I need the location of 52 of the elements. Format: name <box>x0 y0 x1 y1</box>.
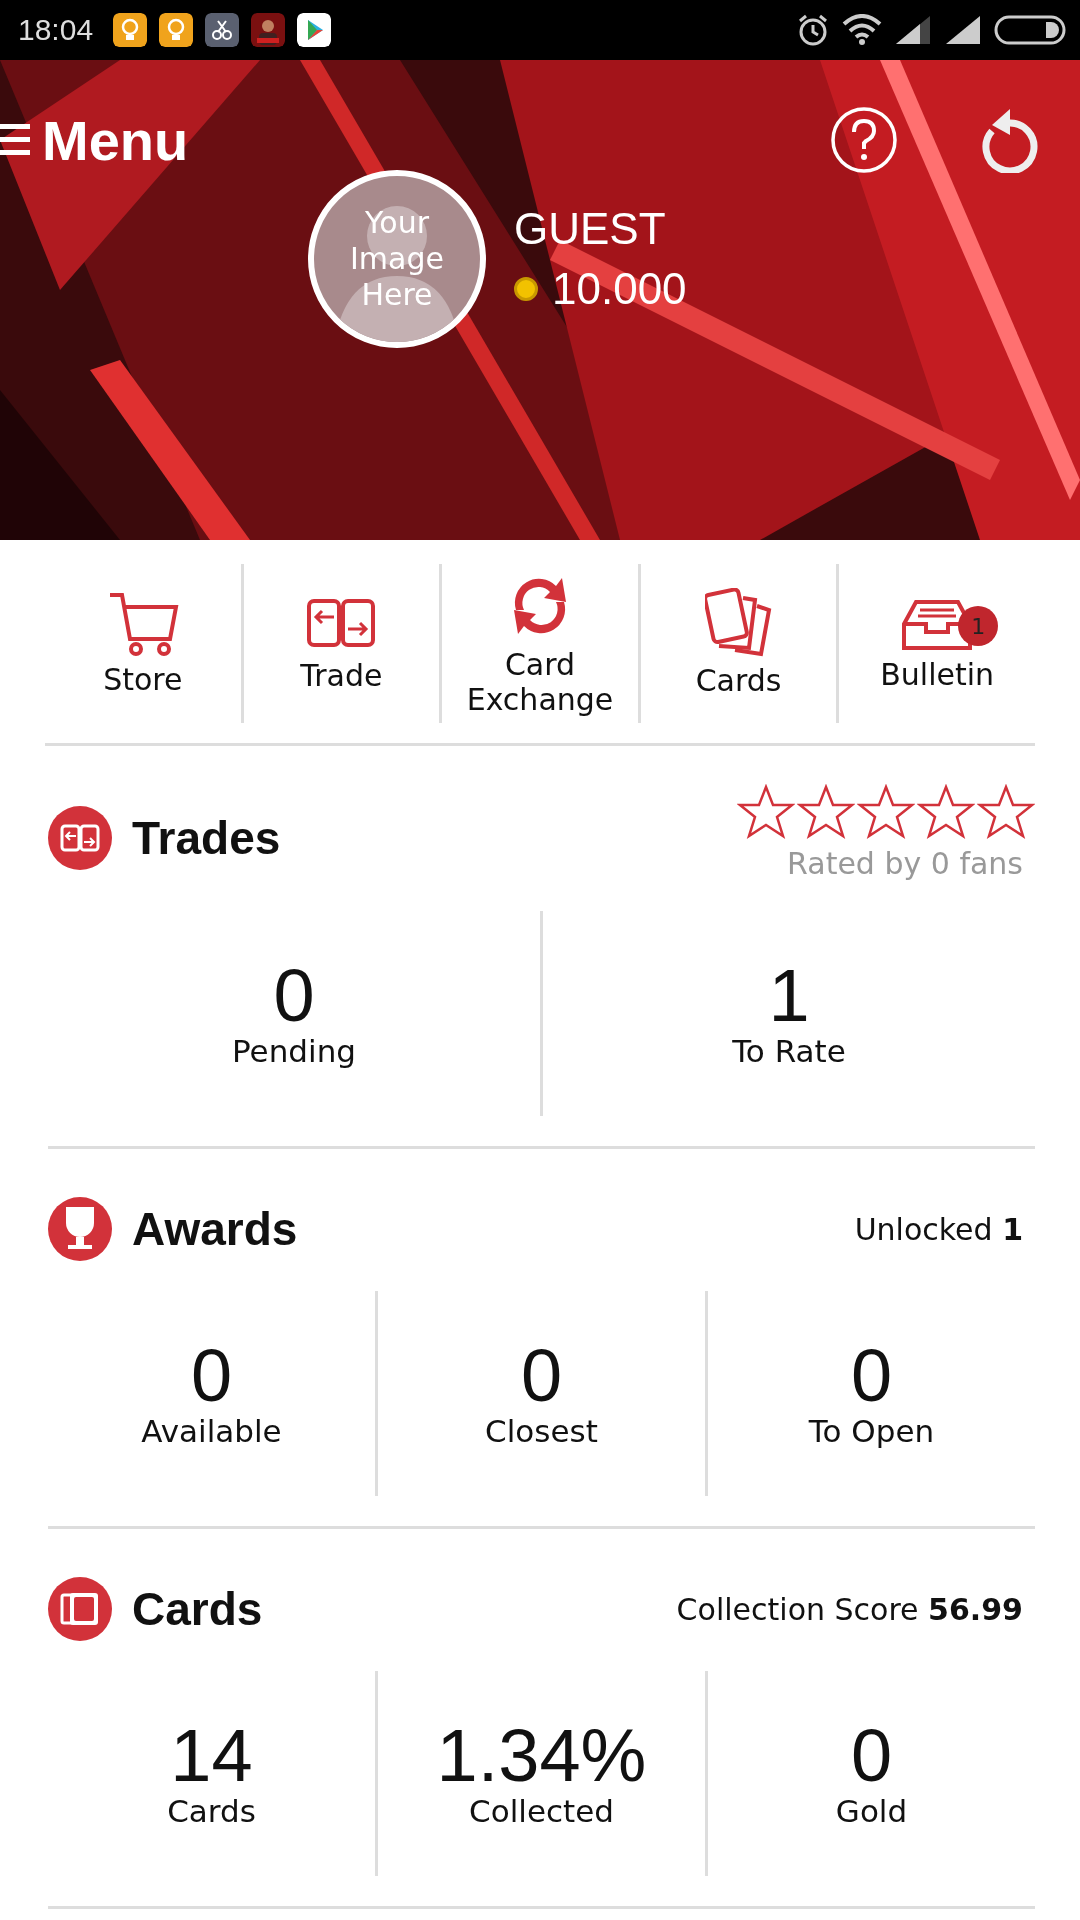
stat-label: Cards <box>167 1792 256 1829</box>
app-icon <box>251 13 286 47</box>
stat-value: 0 <box>520 1338 563 1413</box>
rating-count: Rated by 0 fans <box>787 846 1023 881</box>
wifi-icon <box>842 14 882 46</box>
stat-label: Closest <box>485 1412 598 1449</box>
swap-cards-badge-icon <box>48 805 112 870</box>
section-summary: Unlocked 1 <box>854 1211 1023 1247</box>
stat-value: 1 <box>768 958 810 1033</box>
stat-value: 0 <box>850 1718 893 1793</box>
avatar-text: Your Image Here <box>349 205 445 313</box>
lightbulb-icon <box>113 13 148 47</box>
signal-icon <box>894 14 932 46</box>
nav-button[interactable]: Store <box>45 564 241 723</box>
lightbulb-icon <box>159 13 194 47</box>
notification-badge: 1 <box>958 606 999 647</box>
coin-balance: 10.000 <box>552 264 687 314</box>
stat-value: 0 <box>273 958 315 1033</box>
nav-button[interactable]: Cards <box>637 564 837 723</box>
stat-label: Pending <box>232 1032 356 1069</box>
stat-value: 0 <box>850 1338 893 1413</box>
nav-button[interactable]: 1 Bulletin <box>836 564 1035 723</box>
stat-value: 1.34% <box>436 1718 647 1793</box>
cards-badge-icon <box>48 1577 112 1641</box>
section-title: Cards <box>132 1582 263 1636</box>
section-summary: Collection Score 56.99 <box>676 1591 1023 1627</box>
nav-button[interactable]: Card Exchange <box>439 564 638 723</box>
help-button[interactable] <box>830 106 898 174</box>
nav-button[interactable]: Trade <box>240 564 440 723</box>
star-icon <box>977 784 1035 840</box>
section-title: Trades <box>132 810 281 865</box>
username: GUEST <box>514 204 667 254</box>
clock-time: 18:04 <box>18 13 94 47</box>
stat-label: Collected <box>469 1792 614 1829</box>
star-icon <box>797 784 855 840</box>
star-icon <box>737 784 795 840</box>
stat-label: To Open <box>808 1412 935 1449</box>
stat-label: To Rate <box>732 1032 846 1069</box>
scissors-icon <box>205 13 240 47</box>
stat-label: Gold <box>835 1792 908 1829</box>
stat-label: Available <box>141 1412 282 1449</box>
trophy-badge-icon <box>48 1197 112 1261</box>
battery-icon <box>994 15 1066 45</box>
stat-value: 0 <box>190 1338 233 1413</box>
alarm-icon <box>796 13 830 47</box>
star-icon <box>917 784 975 840</box>
signal-icon <box>944 14 982 46</box>
section-title: Awards <box>132 1202 298 1256</box>
stat-value: 14 <box>170 1718 253 1793</box>
cards-icon <box>704 588 773 659</box>
star-icon <box>857 784 915 840</box>
play-store-icon <box>297 13 332 47</box>
